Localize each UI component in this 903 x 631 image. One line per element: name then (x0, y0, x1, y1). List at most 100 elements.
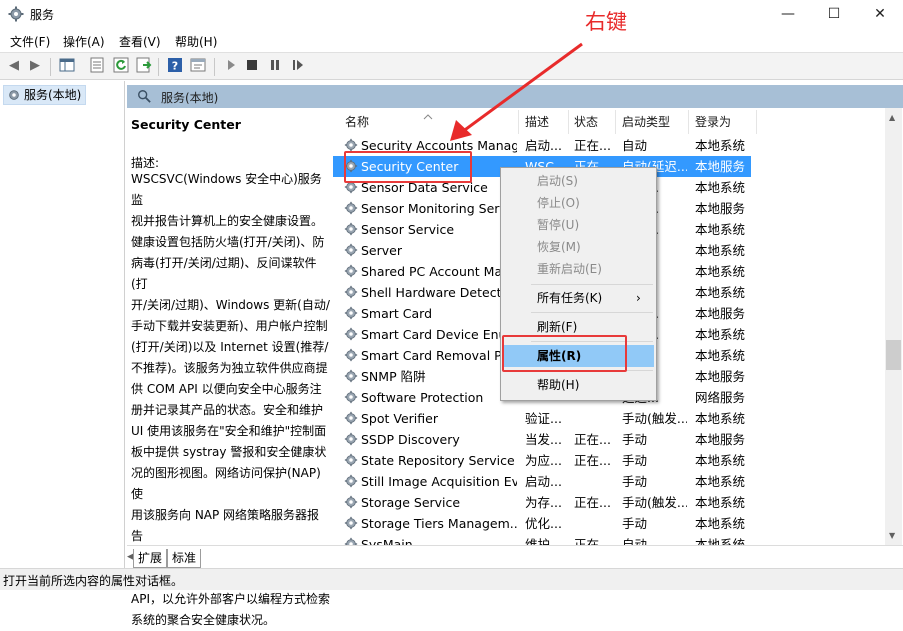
column-divider[interactable] (615, 110, 616, 134)
cell-startup: 手动 (622, 516, 648, 531)
menu-item-all-tasks[interactable]: 所有任务(K) › (503, 287, 654, 309)
description-line: 不推荐)。该服务为独立软件供应商提 (131, 361, 328, 375)
cell-logon: 本地系统 (695, 180, 746, 195)
cell-logon: 本地系统 (695, 474, 746, 489)
service-gear-icon (344, 222, 358, 236)
forward-icon[interactable]: ▶ (26, 57, 44, 75)
tab-standard[interactable]: 标准 (167, 549, 202, 568)
table-row[interactable]: Storage Service 为存... 正在... 手动(触发... 本地系统 (333, 492, 885, 513)
service-gear-icon (344, 537, 358, 545)
tree-item-label: 服务(本地) (24, 88, 82, 102)
submenu-arrow-icon: › (636, 291, 641, 305)
annotation-label: 右键 (585, 10, 627, 34)
stop-service-icon[interactable] (243, 57, 261, 75)
tab-extended[interactable]: 扩展 (133, 549, 168, 568)
description-line: 开/关闭/过期)、Windows 更新(自动/ (131, 298, 330, 312)
cell-startup: 手动(触发... (622, 411, 687, 426)
cell-name: Smart Card (361, 306, 433, 321)
cell-logon: 本地服务 (695, 432, 746, 447)
restart-service-icon[interactable] (289, 57, 307, 75)
service-gear-icon (344, 516, 358, 530)
window-title: 服务 (30, 8, 55, 22)
cell-name: Sensor Monitoring Serv (361, 201, 507, 216)
menu-action[interactable]: 操作(A) (63, 33, 105, 50)
cell-name: Software Protection (361, 390, 484, 405)
pause-service-icon[interactable] (266, 57, 284, 75)
column-header-logon-as[interactable]: 登录为 (695, 108, 731, 135)
refresh-icon[interactable] (112, 57, 130, 75)
console-tree: 服务(本地) (0, 81, 125, 568)
menu-item-restart[interactable]: 重新启动(E) (503, 258, 654, 280)
description-line: API，以允许外部客户以编程方式检索 (131, 592, 330, 606)
show-hide-tree-icon[interactable] (58, 57, 76, 75)
menu-file[interactable]: 文件(F) (10, 33, 50, 50)
description-line: 册并记录其产品的状态。安全和维护 (131, 403, 324, 417)
cell-name: Server (361, 243, 402, 258)
cell-desc: 当发... (525, 432, 562, 447)
column-header-name[interactable]: 名称 (345, 108, 369, 135)
column-divider[interactable] (756, 110, 757, 134)
help-icon[interactable]: ? (166, 57, 184, 75)
cell-desc: 启动... (525, 474, 562, 489)
menu-item-help[interactable]: 帮助(H) (503, 374, 654, 396)
cell-desc: 维护... (525, 537, 562, 545)
menu-item-stop[interactable]: 停止(O) (503, 192, 654, 214)
column-divider[interactable] (688, 110, 689, 134)
description-line: 系统的聚合安全健康状况。 (131, 613, 276, 627)
cell-startup: 手动(触发... (622, 495, 687, 510)
title-bar: 服务 — ☐ ✕ (0, 0, 903, 30)
minimize-button[interactable]: — (765, 0, 811, 30)
tree-item-services-local[interactable]: 服务(本地) (3, 85, 87, 105)
description-line: (打开/关闭)以及 Internet 设置(推荐/ (131, 340, 329, 354)
service-gear-icon (344, 432, 358, 446)
menu-divider (531, 284, 653, 285)
export-list-icon[interactable] (135, 57, 153, 75)
cell-name: State Repository Service (361, 453, 515, 468)
close-button[interactable]: ✕ (857, 0, 903, 30)
scroll-down-icon[interactable]: ▼ (889, 531, 895, 540)
view-tabs: ◀ 扩展 标准 (127, 545, 903, 569)
cell-logon: 本地系统 (695, 348, 746, 363)
vertical-scrollbar[interactable]: ▲ ▼ (885, 108, 902, 545)
description-pane: Security Center 描述: WSCSVC(Windows 安全中心)… (127, 108, 330, 627)
table-row[interactable]: Storage Tiers Managem... 优化... 手动 本地系统 (333, 513, 885, 534)
cell-startup: 自动 (622, 537, 648, 545)
start-service-icon[interactable] (222, 57, 240, 75)
cell-name: Storage Service (361, 495, 461, 510)
scroll-up-icon[interactable]: ▲ (889, 113, 895, 122)
cell-logon: 本地系统 (695, 516, 746, 531)
column-header-startup-type[interactable]: 启动类型 (622, 108, 670, 135)
cell-name: Smart Card Device Enun (361, 327, 515, 342)
table-row[interactable]: SSDP Discovery 当发... 正在... 手动 本地服务 (333, 429, 885, 450)
properties-icon[interactable] (189, 57, 207, 75)
table-row[interactable]: SysMain 维护... 正在... 自动 本地系统 (333, 534, 885, 545)
cell-name: Storage Tiers Managem... (361, 516, 517, 531)
menu-item-pause[interactable]: 暂停(U) (503, 214, 654, 236)
back-icon[interactable]: ◀ (5, 57, 23, 75)
menu-view[interactable]: 查看(V) (119, 33, 161, 50)
cell-status: 正在... (574, 453, 611, 468)
maximize-button[interactable]: ☐ (811, 0, 857, 30)
service-gear-icon (344, 201, 358, 215)
toolbar-divider (50, 58, 51, 76)
table-row[interactable]: State Repository Service 为应... 正在... 手动 本地系统 (333, 450, 885, 471)
menu-item-start[interactable]: 启动(S) (503, 170, 654, 192)
service-gear-icon (344, 474, 358, 488)
service-gear-icon (344, 138, 358, 152)
table-row[interactable]: Spot Verifier 验证... 手动(触发... 本地系统 (333, 408, 885, 429)
table-row[interactable]: Still Image Acquisition Ev... 启动... 手动 本地系统 (333, 471, 885, 492)
cell-startup: 手动 (622, 432, 648, 447)
service-gear-icon (344, 390, 358, 404)
cell-name: Sensor Service (361, 222, 455, 237)
description-line: 视并报告计算机上的安全健康设置。 (131, 214, 324, 228)
menu-item-resume[interactable]: 恢复(M) (503, 236, 654, 258)
menu-help[interactable]: 帮助(H) (175, 33, 217, 50)
cell-desc: 优化... (525, 516, 562, 531)
toolbar-divider (214, 58, 215, 76)
cell-logon: 网络服务 (695, 390, 746, 405)
cell-startup: 自动 (622, 138, 648, 153)
description-line: 病毒(打开/关闭/过期)、反间谍软件(打 (131, 256, 317, 291)
svg-text:?: ? (172, 60, 178, 73)
list-view-icon[interactable] (88, 57, 106, 75)
scroll-thumb[interactable] (886, 340, 901, 370)
